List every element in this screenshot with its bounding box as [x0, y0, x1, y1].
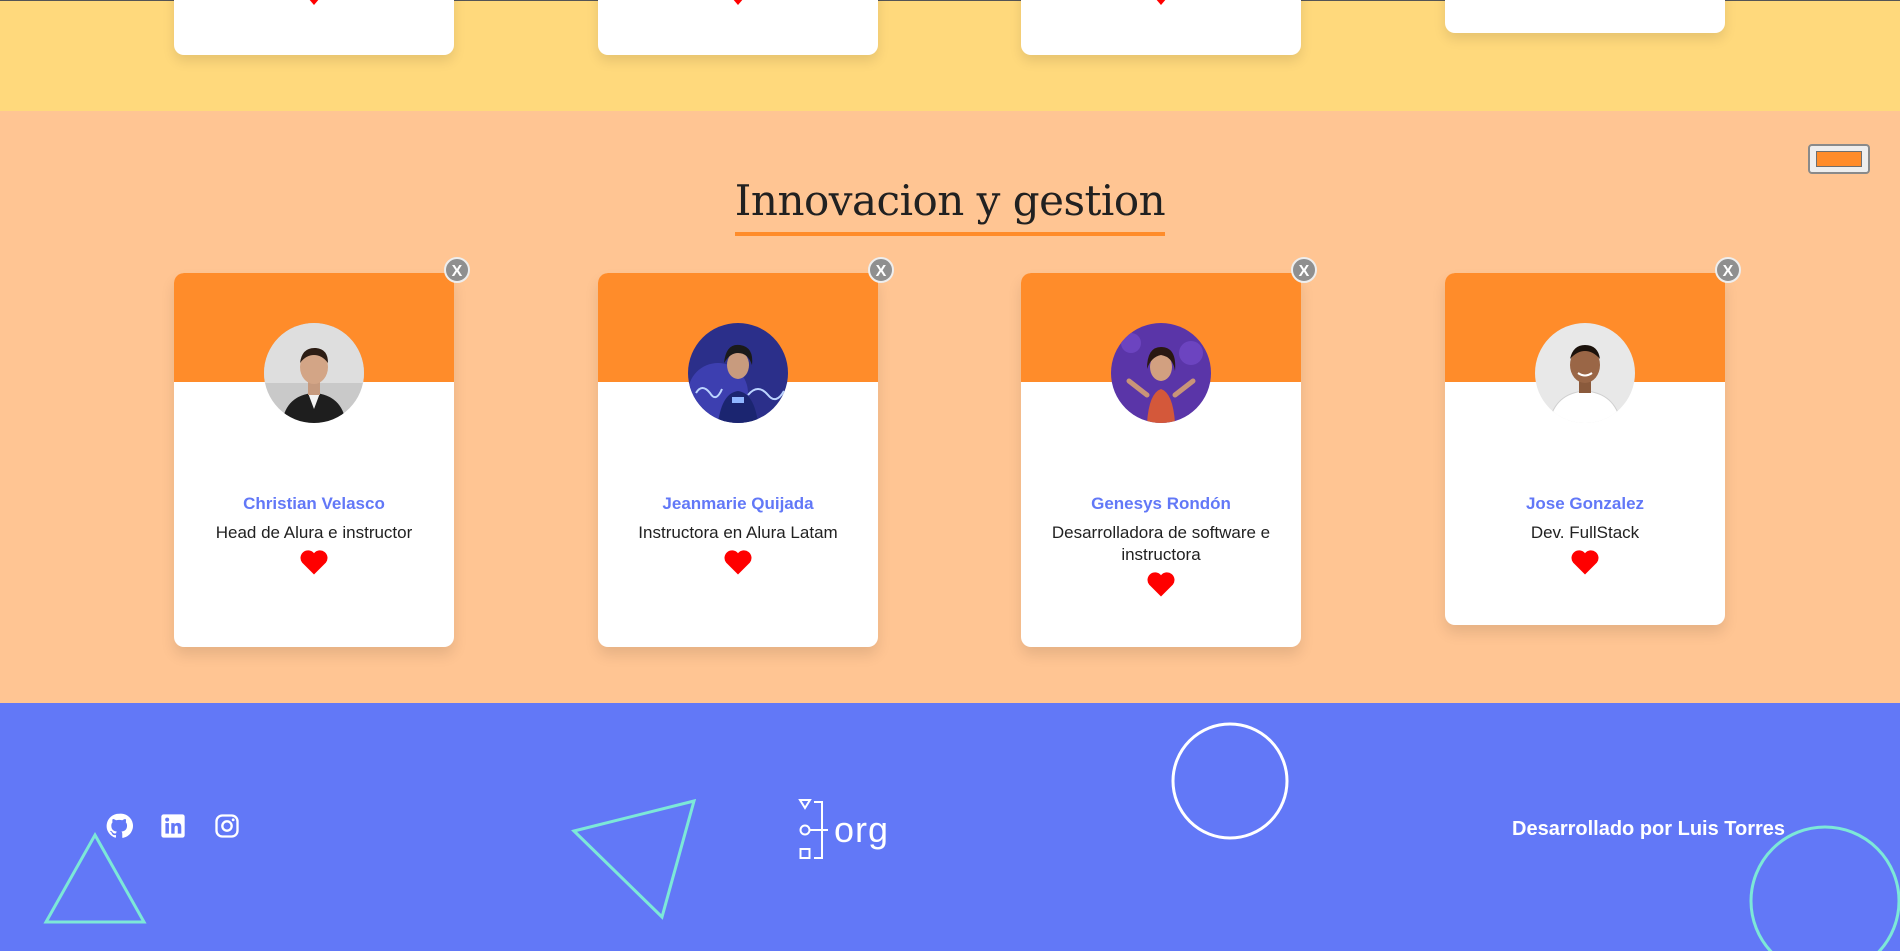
heart-icon[interactable]: [299, 548, 329, 576]
collaborator-name: Christian Velasco: [243, 494, 385, 513]
team-title: Innovacion y gestion: [734, 176, 1166, 237]
avatar: [1535, 323, 1635, 423]
avatar: [1111, 323, 1211, 423]
instagram-icon[interactable]: [213, 812, 241, 840]
collaborator-name: Genesys Rondón: [1091, 494, 1231, 513]
heart-icon[interactable]: [731, 0, 745, 6]
team-section: Innovacion y gestion X Christian Velasco…: [0, 111, 1900, 703]
delete-collaborator-button[interactable]: X: [1291, 257, 1317, 283]
collaborator-card-partial: [174, 0, 454, 55]
collaborator-role: Head de Alura e instructor: [215, 523, 413, 542]
triangle-decoration-icon: [43, 831, 147, 924]
collaborator-card-partial: [1445, 0, 1725, 33]
color-swatch-icon: [1816, 151, 1862, 167]
team-color-picker[interactable]: [1808, 144, 1870, 174]
collaborator-card-partial: [1021, 0, 1301, 55]
collaborator-card: X Jose Gonzalez Dev. FullStack: [1445, 257, 1741, 625]
footer: org Desarrollado por Luis Torres: [0, 703, 1900, 951]
heart-icon[interactable]: [1146, 570, 1176, 598]
footer-logo: org: [798, 798, 889, 862]
triangle-decoration-icon: [571, 798, 697, 920]
org-logo-icon: [798, 799, 828, 859]
team-title-wrap: Innovacion y gestion: [0, 176, 1900, 237]
heart-icon[interactable]: [1154, 0, 1168, 6]
previous-team-section: [0, 0, 1900, 111]
collaborator-role: Dev. FullStack: [1530, 523, 1640, 542]
avatar: [688, 323, 788, 423]
delete-collaborator-button[interactable]: X: [444, 257, 470, 283]
footer-credit: Desarrollado por Luis Torres: [1512, 818, 1786, 840]
collaborator-card: X Genesys Rondón Desarrolladora de softw…: [1021, 257, 1317, 647]
avatar: [264, 323, 364, 423]
collaborator-card-partial: [598, 0, 878, 55]
circle-decoration-icon: [1171, 722, 1289, 840]
collaborator-name: Jeanmarie Quijada: [662, 494, 814, 513]
collaborator-name: Jose Gonzalez: [1525, 494, 1645, 513]
delete-collaborator-button[interactable]: X: [868, 257, 894, 283]
heart-icon[interactable]: [307, 0, 321, 6]
linkedin-icon[interactable]: [159, 812, 187, 840]
collaborator-card: X Jeanmarie Quijada Instructora en Alura…: [598, 257, 894, 647]
collaborator-role: Desarrolladora de software e instructora: [1051, 523, 1271, 564]
logo-text: org: [834, 809, 890, 850]
delete-collaborator-button[interactable]: X: [1715, 257, 1741, 283]
collaborator-card: X Christian Velasco Head de Alura e inst…: [174, 257, 470, 647]
collaborator-role: Instructora en Alura Latam: [638, 523, 838, 542]
heart-icon[interactable]: [723, 548, 753, 576]
heart-icon[interactable]: [1570, 548, 1600, 576]
github-icon[interactable]: [105, 812, 133, 840]
social-links: [105, 812, 241, 840]
